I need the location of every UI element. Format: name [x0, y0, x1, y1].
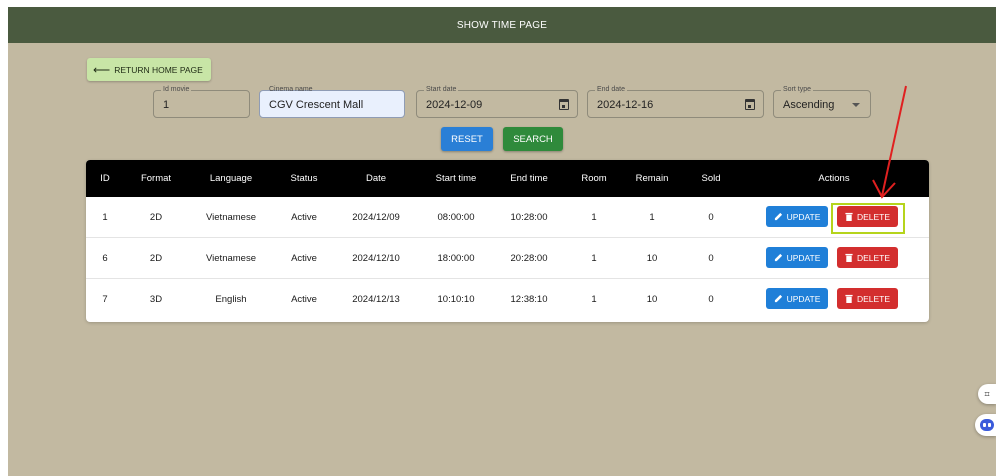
assistant-bot-icon[interactable]: [975, 414, 996, 436]
header-end-time: End time: [510, 173, 548, 184]
return-home-button[interactable]: ⟵ RETURN HOME PAGE: [87, 58, 211, 81]
header-id: ID: [100, 173, 110, 184]
cinema-name-value: CGV Crescent Mall: [269, 99, 364, 111]
table-row: 6 2D Vietnamese Active 2024/12/10 18:00:…: [86, 238, 929, 279]
cell-language: English: [215, 294, 247, 305]
cell-date: 2024/12/13: [352, 294, 400, 305]
cell-room: 1: [591, 253, 597, 264]
id-movie-field[interactable]: Id movie 1: [153, 85, 250, 118]
cell-language: Vietnamese: [206, 253, 256, 264]
grid-icon[interactable]: ⌗: [978, 384, 996, 404]
cell-start-time: 08:00:00: [437, 212, 475, 223]
cell-sold: 0: [708, 212, 714, 223]
cell-end-time: 10:28:00: [510, 212, 548, 223]
update-button[interactable]: UPDATE: [766, 206, 828, 227]
cell-status: Active: [291, 294, 317, 305]
cell-format: 3D: [149, 294, 163, 305]
page-background: SHOW TIME PAGE ⟵ RETURN HOME PAGE Id mov…: [8, 7, 996, 476]
return-home-label: RETURN HOME PAGE: [114, 64, 203, 75]
cinema-name-field[interactable]: Cinema name CGV Crescent Mall: [259, 86, 405, 118]
cinema-name-label: Cinema name: [269, 86, 313, 93]
cell-status: Active: [291, 212, 317, 223]
cell-remain: 10: [646, 294, 658, 305]
delete-button[interactable]: DELETE: [837, 288, 898, 309]
pencil-icon: [774, 253, 782, 262]
table-row: 7 3D English Active 2024/12/13 10:10:10 …: [86, 279, 929, 320]
header-sold: Sold: [701, 173, 721, 184]
update-button[interactable]: UPDATE: [766, 288, 828, 309]
cell-status: Active: [291, 253, 317, 264]
cell-remain: 1: [649, 212, 655, 223]
cell-format: 2D: [149, 212, 163, 223]
cell-id: 1: [102, 212, 108, 223]
cell-start-time: 10:10:10: [437, 294, 475, 305]
end-date-label: End date: [595, 85, 628, 95]
arrow-left-icon: ⟵: [93, 62, 111, 77]
cell-start-time: 18:00:00: [437, 253, 475, 264]
trash-icon: [845, 253, 853, 262]
id-movie-value: 1: [163, 99, 170, 111]
calendar-icon[interactable]: [745, 99, 755, 110]
start-date-label: Start date: [424, 85, 459, 95]
update-label: UPDATE: [786, 252, 821, 263]
table-header: ID Format Language Status Date Start tim…: [86, 160, 929, 197]
search-button[interactable]: SEARCH: [503, 127, 563, 151]
header-room: Room: [581, 173, 607, 184]
delete-label: DELETE: [856, 293, 891, 304]
page-title: SHOW TIME PAGE: [8, 7, 996, 43]
delete-label: DELETE: [856, 252, 891, 263]
cell-end-time: 12:38:10: [510, 294, 548, 305]
calendar-icon[interactable]: [559, 99, 569, 110]
showtime-table: ID Format Language Status Date Start tim…: [86, 160, 929, 322]
header-status: Status: [290, 173, 318, 184]
header-format: Format: [140, 173, 172, 184]
header-remain: Remain: [635, 173, 669, 184]
update-label: UPDATE: [786, 293, 821, 304]
header-actions: Actions: [818, 173, 850, 184]
delete-button[interactable]: DELETE: [837, 247, 898, 268]
start-date-field[interactable]: Start date 2024-12-09: [416, 85, 578, 118]
sort-type-label: Sort type: [781, 85, 814, 95]
reset-button[interactable]: RESET: [441, 127, 493, 151]
dropdown-arrow-icon: [852, 103, 860, 107]
cell-sold: 0: [708, 294, 714, 305]
pencil-icon: [774, 212, 782, 221]
cell-id: 6: [102, 253, 108, 264]
sort-type-value: Ascending: [783, 99, 835, 111]
pencil-icon: [774, 294, 782, 303]
cell-format: 2D: [149, 253, 163, 264]
cell-date: 2024/12/10: [352, 253, 400, 264]
cell-room: 1: [591, 212, 597, 223]
cell-remain: 10: [646, 253, 658, 264]
cell-language: Vietnamese: [206, 212, 256, 223]
header-language: Language: [209, 173, 253, 184]
id-movie-label: Id movie: [161, 85, 192, 95]
cell-date: 2024/12/09: [352, 212, 400, 223]
table-row: 1 2D Vietnamese Active 2024/12/09 08:00:…: [86, 197, 929, 238]
update-label: UPDATE: [786, 211, 821, 222]
end-date-field[interactable]: End date 2024-12-16: [587, 85, 764, 118]
trash-icon: [845, 294, 853, 303]
sort-type-select[interactable]: Sort type Ascending: [773, 85, 871, 118]
header-start-time: Start time: [435, 173, 477, 184]
annotation-highlight-box: [831, 203, 905, 234]
update-button[interactable]: UPDATE: [766, 247, 828, 268]
cell-room: 1: [591, 294, 597, 305]
cell-id: 7: [102, 294, 108, 305]
start-date-value: 2024-12-09: [426, 99, 483, 111]
cell-sold: 0: [708, 253, 714, 264]
cell-end-time: 20:28:00: [510, 253, 548, 264]
header-date: Date: [365, 173, 387, 184]
end-date-value: 2024-12-16: [597, 99, 654, 111]
